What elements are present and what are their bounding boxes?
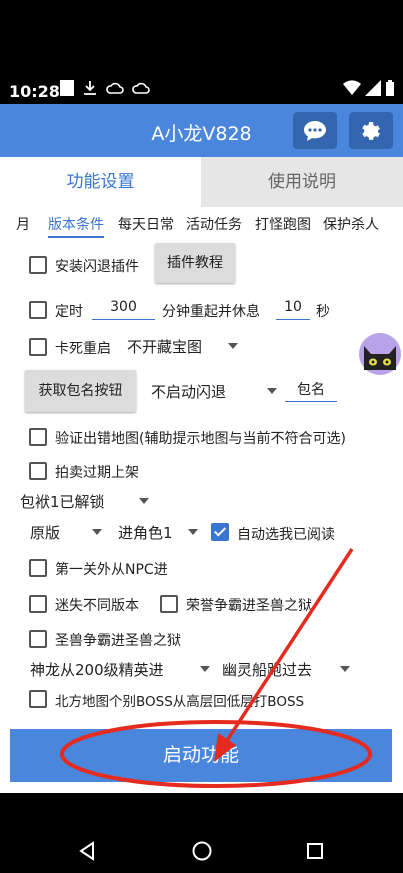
subtab-protect-kill[interactable]: 保护杀人 (323, 214, 379, 234)
app-bar: A小龙V828 (0, 104, 403, 157)
notification-icons (60, 80, 150, 96)
holy-prison-label: 圣兽争霸进圣兽之狱 (55, 633, 181, 649)
auction-relist-label: 拍卖过期上架 (55, 465, 139, 481)
holy-prison-checkbox[interactable] (29, 630, 47, 648)
cloud-icon (106, 82, 124, 94)
install-flashback-checkbox[interactable] (29, 256, 47, 274)
auction-relist-checkbox[interactable] (29, 462, 47, 480)
ghost-ship-select[interactable]: 幽灵船跑过去 (222, 659, 312, 680)
subtab-daily[interactable]: 每天日常 (118, 214, 174, 234)
seconds-label: 秒 (316, 304, 330, 320)
start-button[interactable]: 启动功能 (10, 729, 392, 782)
chat-icon (304, 120, 326, 141)
system-icons (343, 80, 395, 96)
timer-label: 定时 (55, 304, 83, 320)
honor-prison-label: 荣誉争霸进圣兽之狱 (186, 598, 312, 614)
status-time: 10:28 (9, 82, 60, 101)
timer-checkbox[interactable] (29, 301, 47, 319)
back-icon[interactable] (78, 841, 96, 861)
subtab-events[interactable]: 活动任务 (186, 214, 242, 234)
timer-minutes-input[interactable]: 300 (92, 299, 155, 320)
stuck-restart-checkbox[interactable] (29, 338, 47, 356)
first-level-npc-label: 第一关外从NPC进 (55, 562, 168, 578)
notification-square-icon (60, 80, 74, 96)
rest-seconds-input[interactable]: 10 (276, 299, 310, 320)
cloud-icon-2 (132, 82, 150, 94)
main-content: 功能设置 使用说明 月 版本条件 每天日常 活动任务 打怪跑图 保护杀人 安装闪… (0, 157, 403, 793)
subtab-monster-map[interactable]: 打怪跑图 (255, 214, 311, 234)
chevron-down-icon-3 (139, 498, 149, 504)
version-select[interactable]: 原版 (30, 522, 60, 543)
status-bar: 10:28 (0, 0, 403, 104)
tab-bar: 功能设置 使用说明 (0, 157, 403, 207)
wifi-icon (343, 80, 361, 95)
verify-map-label: 验证出错地图(辅助提示地图与当前不符合可选) (55, 431, 346, 447)
navigation-bar (0, 793, 403, 873)
maze-versions-checkbox[interactable] (29, 595, 47, 613)
chevron-down-icon (228, 343, 238, 349)
treasure-map-select[interactable]: 不开藏宝图 (127, 336, 202, 357)
verify-map-checkbox[interactable] (29, 428, 47, 446)
subtab-version-conditions[interactable]: 版本条件 (48, 214, 104, 238)
cat-avatar-icon[interactable] (357, 332, 403, 376)
timer-restart-label: 分钟重起并休息 (162, 304, 260, 320)
gear-icon (362, 121, 380, 140)
get-package-button[interactable]: 获取包名按钮 (25, 370, 136, 412)
subtab-month[interactable]: 月 (16, 214, 30, 234)
settings-button[interactable] (349, 112, 393, 149)
dragon-select[interactable]: 神龙从200级精英进 (30, 659, 164, 680)
chevron-down-icon-5 (188, 529, 198, 535)
sub-tab-bar: 月 版本条件 每天日常 活动任务 打怪跑图 保护杀人 (0, 209, 403, 241)
chevron-down-icon-7 (340, 666, 350, 672)
tab-settings[interactable]: 功能设置 (0, 157, 201, 207)
north-boss-label: 北方地图个别BOSS从高层回低层打BOSS (55, 694, 305, 710)
auto-read-checkbox[interactable] (211, 523, 229, 541)
chevron-down-icon-2 (267, 388, 277, 394)
bag-select[interactable]: 包袱1已解锁 (20, 491, 105, 512)
first-level-npc-checkbox[interactable] (29, 559, 47, 577)
chevron-down-icon-6 (200, 666, 210, 672)
honor-prison-checkbox[interactable] (160, 595, 178, 613)
plugin-tutorial-button[interactable]: 插件教程 (155, 243, 235, 283)
north-boss-checkbox[interactable] (29, 690, 47, 708)
tab-instructions[interactable]: 使用说明 (201, 157, 403, 207)
app-title: A小龙V828 (151, 123, 252, 145)
signal-icon (365, 80, 381, 96)
auto-read-label: 自动选我已阅读 (237, 527, 335, 543)
home-icon[interactable] (191, 840, 213, 862)
chevron-down-icon-4 (92, 529, 102, 535)
package-name-input[interactable]: 包名 (285, 379, 337, 402)
download-icon (84, 81, 96, 95)
chat-button[interactable] (293, 112, 337, 149)
stuck-restart-label: 卡死重启 (55, 341, 111, 357)
character-select[interactable]: 进角色1 (118, 522, 173, 543)
install-flashback-label: 安装闪退插件 (55, 259, 139, 275)
recents-icon[interactable] (306, 842, 324, 860)
maze-versions-label: 迷失不同版本 (55, 598, 139, 614)
flashback-select[interactable]: 不启动闪退 (151, 381, 226, 402)
battery-icon (386, 80, 394, 96)
